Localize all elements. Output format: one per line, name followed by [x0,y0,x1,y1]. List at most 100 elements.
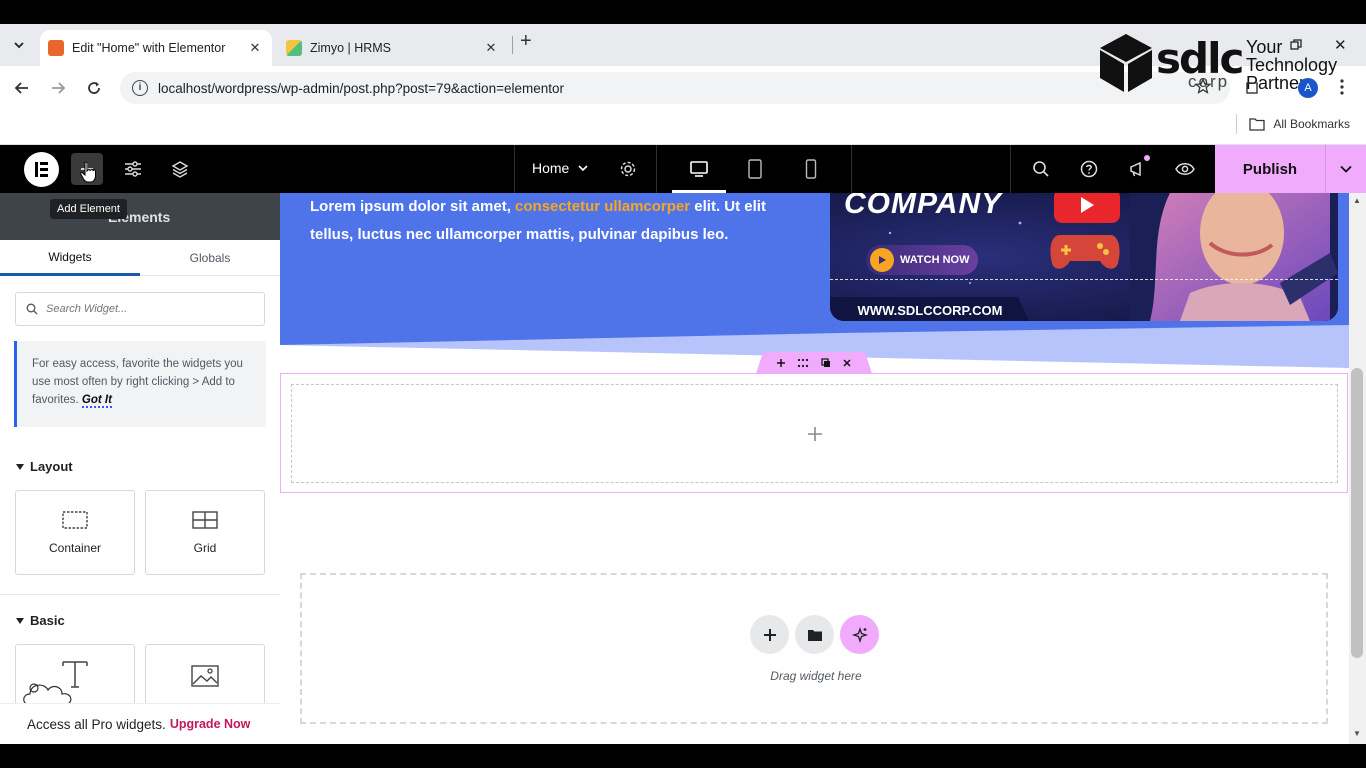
grid-icon [192,510,218,529]
upgrade-now-link[interactable]: Upgrade Now [170,717,251,731]
all-bookmarks-button[interactable]: All Bookmarks [1249,117,1350,131]
megaphone-icon [1130,161,1141,177]
promo-text: Access all Pro widgets. [27,716,166,732]
tab-close-icon[interactable]: ✕ [246,40,264,56]
panel-tabs: Widgets Globals [0,240,280,276]
play-icon [870,248,894,272]
elementor-favicon-icon [48,40,64,56]
widget-grid[interactable]: Grid [145,490,265,575]
canvas-scroll-thumb[interactable] [1351,368,1363,658]
restore-icon[interactable] [1290,38,1302,50]
window-close-icon[interactable]: ✕ [1334,36,1347,54]
new-tab-button[interactable]: + [520,30,532,53]
chevron-down-icon [578,165,588,172]
publish-options-button[interactable] [1325,145,1366,193]
tagline-line-2: Technology [1246,55,1338,75]
section-divider [0,594,280,595]
favorites-tip: For easy access, favorite the widgets yo… [14,341,266,427]
browser-tab-zimyo[interactable]: Zimyo | HRMS ✕ [278,30,508,66]
empty-container[interactable] [280,373,1348,493]
page-selector[interactable]: Home [532,160,589,176]
basic-category[interactable]: Basic [16,613,65,628]
add-container-icon[interactable] [776,358,786,368]
reload-icon [88,82,100,94]
elementor-logo-button[interactable] [24,152,59,187]
sliders-icon [125,161,141,177]
mouse-cursor-icon [80,161,96,188]
hero-text-part: Lorem ipsum dolor sit amet, [310,198,516,215]
add-template-button[interactable] [795,615,834,654]
mobile-view-button[interactable] [795,153,827,185]
tab-close-icon[interactable]: ✕ [482,40,500,56]
tab-title: Zimyo | HRMS [310,41,392,55]
plus-icon[interactable] [807,426,823,442]
site-settings-button[interactable] [117,153,149,185]
elementor-logo-icon [35,162,48,177]
eye-icon [1175,163,1195,175]
scroll-down-arrow-icon[interactable]: ▼ [1351,729,1363,743]
basic-title: Basic [30,613,65,628]
bar-divider [1010,145,1011,193]
drag-handle-icon[interactable] [797,358,809,368]
image-icon [191,665,219,687]
browser-tab-elementor[interactable]: Edit "Home" with Elementor ✕ [40,30,272,66]
search-icon [26,303,38,315]
banner-selection-outline [830,279,1338,280]
delete-icon[interactable] [842,358,852,368]
youtube-icon [1054,193,1120,223]
widget-container[interactable]: Container [15,490,135,575]
scroll-up-arrow-icon[interactable]: ▲ [1351,196,1363,210]
chevron-down-icon [14,42,24,49]
reload-button[interactable] [82,76,106,100]
layout-category[interactable]: Layout [16,459,73,474]
banner-company-text: COMPANY [844,193,1003,220]
url-text: localhost/wordpress/wp-admin/post.php?po… [158,80,564,96]
empty-container-inner[interactable] [291,384,1338,483]
widget-drop-zone[interactable]: Drag widget here [300,573,1328,724]
tablet-view-button[interactable] [739,153,771,185]
address-bar[interactable]: i localhost/wordpress/wp-admin/post.php?… [120,72,1230,104]
bookmark-star-icon[interactable] [1194,77,1212,99]
promo-banner-image[interactable]: COMPANY WATCH NOW WWW.SDLCCORP.COM [830,193,1338,321]
publish-button[interactable]: Publish [1215,145,1325,193]
extensions-icon[interactable] [1246,80,1260,99]
back-button[interactable] [10,76,34,100]
forward-button[interactable] [46,76,70,100]
structure-button[interactable] [164,153,196,185]
caret-down-icon [16,463,24,470]
site-info-icon[interactable]: i [132,80,148,96]
layers-icon [171,161,189,178]
bar-divider [851,145,852,193]
hero-text[interactable]: Lorem ipsum dolor sit amet, consectetur … [310,193,800,249]
gamepad-icon [1050,235,1120,269]
duplicate-icon[interactable] [821,358,831,368]
desktop-icon [690,161,708,177]
finder-button[interactable] [1025,153,1057,185]
widget-search[interactable] [15,292,265,326]
tip-text: For easy access, favorite the widgets yo… [32,358,243,406]
search-input[interactable] [46,303,246,315]
notification-dot [1144,155,1150,161]
got-it-link[interactable]: Got It [81,394,112,408]
tab-widgets[interactable]: Widgets [0,240,140,276]
ai-build-button[interactable] [840,615,879,654]
plus-icon [763,628,776,641]
tab-search-button[interactable] [8,34,30,56]
tablet-icon [748,159,762,179]
page-settings-button[interactable] [612,153,644,185]
caret-down-icon [16,617,24,624]
browser-menu-icon[interactable] [1338,78,1346,96]
preview-button[interactable] [1169,153,1201,185]
watch-now-badge: WATCH NOW [866,245,978,275]
banner-website-text: WWW.SDLCCORP.COM [830,297,1030,321]
tab-separator [512,36,513,54]
help-button[interactable] [1073,153,1105,185]
sparkles-icon [851,626,868,643]
add-new-container-button[interactable] [750,615,789,654]
container-toolbar [756,352,872,374]
bookmarks-separator [1236,114,1237,134]
tab-globals[interactable]: Globals [140,240,280,276]
desktop-view-button[interactable] [683,153,715,185]
widget-label: Container [48,540,102,555]
profile-avatar[interactable]: A [1298,78,1318,98]
